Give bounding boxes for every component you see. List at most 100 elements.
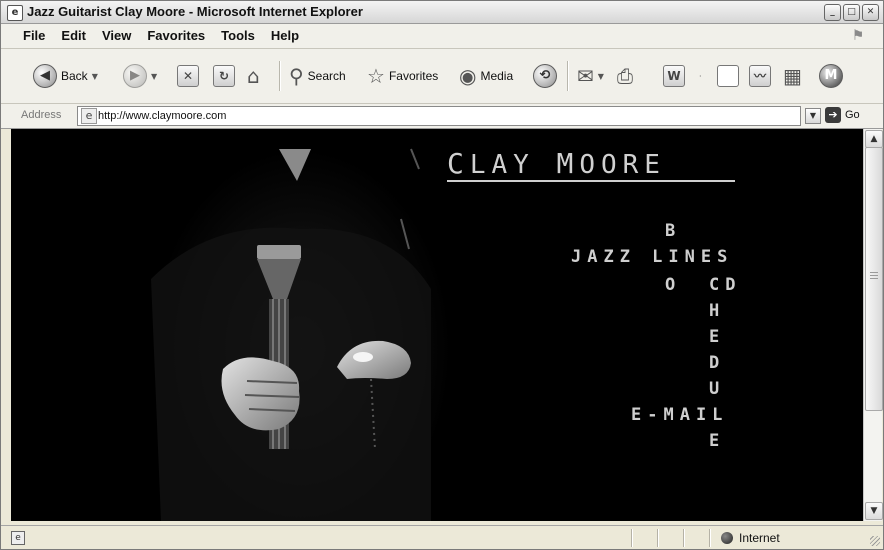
nav-schedule-u[interactable]: U bbox=[709, 379, 725, 399]
media-icon: ◉ bbox=[459, 64, 477, 88]
windows-flag-icon: ⚑ bbox=[851, 28, 865, 44]
discuss-button[interactable] bbox=[717, 62, 739, 90]
media-label: Media bbox=[480, 69, 514, 83]
back-dropdown-icon[interactable]: ▼ bbox=[92, 72, 98, 81]
mail-dropdown-icon[interactable]: ▼ bbox=[598, 72, 604, 81]
stop-icon: ✕ bbox=[177, 65, 199, 87]
refresh-button[interactable]: ↻ bbox=[213, 62, 235, 90]
menu-help[interactable]: Help bbox=[263, 28, 307, 44]
status-divider bbox=[657, 529, 659, 547]
title-underline bbox=[447, 180, 735, 182]
address-dropdown-icon[interactable]: ▼ bbox=[805, 108, 821, 124]
favorites-icon: ☆ bbox=[367, 64, 385, 88]
ie-page-icon[interactable]: e bbox=[7, 5, 23, 21]
guitarist-photo bbox=[151, 148, 451, 521]
messenger-button[interactable]: 〰 bbox=[749, 62, 771, 90]
edit-dropdown[interactable]: · bbox=[699, 62, 702, 90]
home-button[interactable]: ⌂ bbox=[247, 62, 260, 90]
address-field[interactable]: e bbox=[77, 106, 801, 126]
back-icon: ◀ bbox=[33, 64, 57, 88]
forward-dropdown-icon[interactable]: ▼ bbox=[151, 72, 157, 81]
vertical-scrollbar[interactable]: ▲ ▼ bbox=[863, 129, 883, 521]
menu-view[interactable]: View bbox=[94, 28, 139, 44]
favorites-button[interactable]: ☆ Favorites bbox=[367, 62, 438, 90]
nav-schedule-e[interactable]: E bbox=[709, 327, 725, 347]
page-status-icon: e bbox=[11, 531, 25, 545]
edit-dropdown-icon: · bbox=[699, 71, 702, 81]
mail-button[interactable]: ✉ ▼ bbox=[577, 62, 604, 90]
menu-file[interactable]: File bbox=[15, 28, 53, 44]
window-controls: _ □ ✕ bbox=[824, 4, 879, 21]
discuss-icon bbox=[717, 65, 739, 87]
scroll-thumb[interactable] bbox=[865, 147, 883, 411]
search-label: Search bbox=[307, 69, 346, 83]
back-button[interactable]: ◀ Back ▼ bbox=[33, 62, 98, 90]
window-title: Jazz Guitarist Clay Moore - Microsoft In… bbox=[27, 4, 363, 19]
resize-grip-icon[interactable] bbox=[870, 536, 880, 546]
browser-window: e Jazz Guitarist Clay Moore - Microsoft … bbox=[0, 0, 884, 550]
nav-jazz-lines[interactable]: JAZZ LINES bbox=[571, 247, 733, 267]
site-title-first-rest: LAY bbox=[469, 150, 535, 180]
history-icon: ⟲ bbox=[533, 64, 557, 88]
print-icon: ⎙ bbox=[617, 64, 633, 88]
menu-bar: File Edit View Favorites Tools Help ⚑ bbox=[1, 24, 883, 49]
print-button[interactable]: ⎙ bbox=[617, 62, 633, 90]
favorites-label: Favorites bbox=[388, 69, 439, 83]
history-button[interactable]: ⟲ bbox=[533, 62, 557, 90]
home-icon: ⌂ bbox=[247, 64, 260, 88]
status-bar: e Internet bbox=[1, 525, 883, 549]
toolbar-separator bbox=[279, 61, 281, 91]
site-title-first-initial: C bbox=[447, 147, 470, 180]
site-title-last-rest: OORE bbox=[579, 150, 666, 180]
minimize-icon[interactable]: _ bbox=[824, 4, 841, 21]
msn-button[interactable]: M bbox=[819, 62, 843, 90]
nav-cd[interactable]: CD bbox=[709, 275, 741, 295]
search-icon: ⚲ bbox=[289, 64, 304, 88]
msn-icon: M bbox=[819, 64, 843, 88]
page-content: CLAY MOORE B JAZZ LINES O CD H E D U E-M… bbox=[11, 129, 863, 521]
toolbar: ◀ Back ▼ ▶ ▼ ✕ ↻ ⌂ ⚲ Search ☆ Favorites … bbox=[1, 49, 883, 104]
scroll-up-icon[interactable]: ▲ bbox=[865, 130, 883, 148]
messenger-icon: 〰 bbox=[749, 65, 771, 87]
menu-edit[interactable]: Edit bbox=[53, 28, 94, 44]
refresh-icon: ↻ bbox=[213, 65, 235, 87]
mail-icon: ✉ bbox=[577, 64, 594, 88]
nav-schedule-e2[interactable]: E bbox=[709, 431, 725, 451]
status-divider bbox=[631, 529, 633, 547]
internet-zone-icon bbox=[721, 532, 733, 544]
status-divider bbox=[709, 529, 711, 547]
nav-schedule-d[interactable]: D bbox=[709, 353, 725, 373]
stop-button[interactable]: ✕ bbox=[177, 62, 199, 90]
address-input[interactable] bbox=[98, 107, 788, 124]
media-button[interactable]: ◉ Media bbox=[459, 62, 513, 90]
back-label: Back bbox=[61, 69, 88, 83]
go-button[interactable]: Go bbox=[845, 109, 860, 121]
search-button[interactable]: ⚲ Search bbox=[289, 62, 346, 90]
page-icon: e bbox=[81, 108, 97, 124]
grip-icon bbox=[870, 272, 878, 273]
nav-bio-b[interactable]: B bbox=[665, 221, 681, 241]
menu-favorites[interactable]: Favorites bbox=[139, 28, 213, 44]
maximize-icon[interactable]: □ bbox=[843, 4, 860, 21]
scroll-down-icon[interactable]: ▼ bbox=[865, 502, 883, 520]
go-arrow-icon[interactable]: ➔ bbox=[825, 107, 841, 123]
forward-button[interactable]: ▶ ▼ bbox=[123, 62, 157, 90]
forward-icon: ▶ bbox=[123, 64, 147, 88]
address-label: Address bbox=[21, 109, 62, 121]
nav-schedule-h[interactable]: H bbox=[709, 301, 725, 321]
edit-button[interactable]: W bbox=[663, 62, 685, 90]
status-divider bbox=[683, 529, 685, 547]
menu-tools[interactable]: Tools bbox=[213, 28, 263, 44]
edit-icon: W bbox=[663, 65, 685, 87]
site-title: CLAY MOORE bbox=[447, 147, 666, 180]
zone-label: Internet bbox=[739, 531, 780, 545]
nav-email[interactable]: E-MAIL bbox=[631, 405, 728, 425]
research-button[interactable]: ▦ bbox=[783, 62, 802, 90]
title-bar: e Jazz Guitarist Clay Moore - Microsoft … bbox=[1, 1, 883, 24]
close-icon[interactable]: ✕ bbox=[862, 4, 879, 21]
research-icon: ▦ bbox=[783, 64, 802, 88]
address-bar: Address e ▼ ➔ Go bbox=[1, 104, 883, 129]
toolbar-separator bbox=[567, 61, 569, 91]
nav-bio-o[interactable]: O bbox=[665, 275, 681, 295]
site-title-last-initial: M bbox=[556, 147, 580, 180]
